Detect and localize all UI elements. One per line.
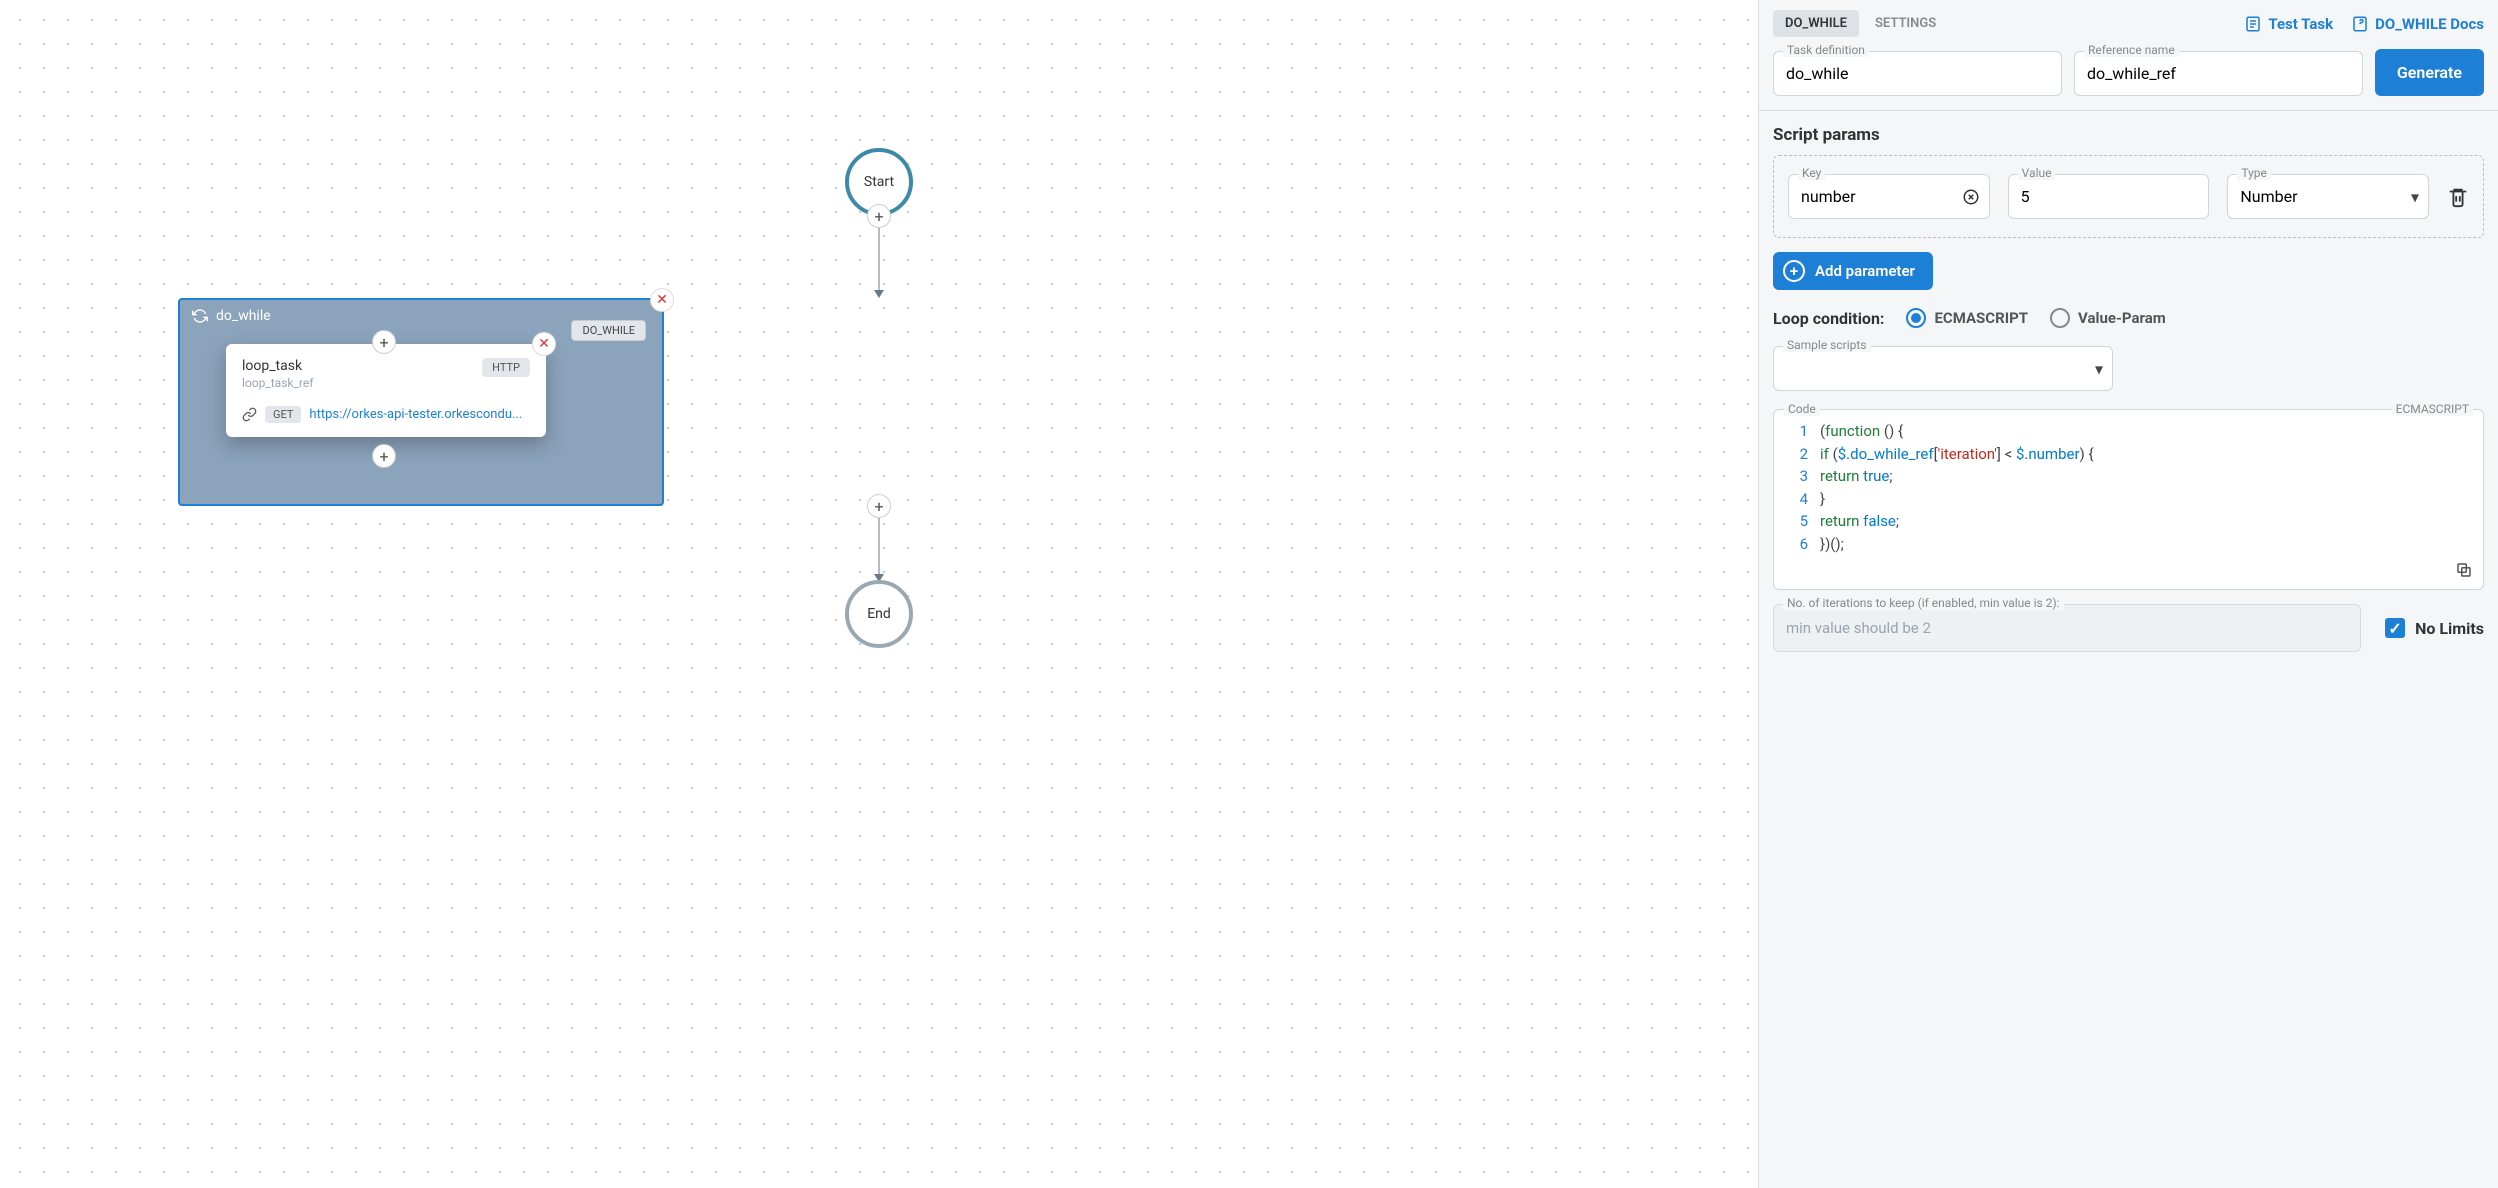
end-label: End (867, 606, 891, 622)
code-line: 2 if ($.do_while_ref['iteration'] < $.nu… (1786, 443, 2471, 466)
script-param-row: Key Value Type Number ▾ (1773, 155, 2484, 238)
code-editor[interactable]: Code ECMASCRIPT 1(function () {2 if ($.d… (1773, 409, 2484, 590)
reference-name-input[interactable] (2074, 51, 2363, 96)
workflow-canvas[interactable]: Start + ✕ do_while DO_WHILE + ✕ loop_tas… (0, 0, 1758, 1188)
no-limits-label: No Limits (2415, 619, 2484, 638)
line-number: 1 (1786, 420, 1808, 443)
code-text: return false; (1820, 510, 1899, 533)
sample-scripts-select[interactable] (1773, 346, 2113, 391)
test-task-label: Test Task (2268, 15, 2333, 33)
code-text: } (1820, 488, 1825, 511)
code-text: return true; (1820, 465, 1893, 488)
radio-label: ECMASCRIPT (1934, 309, 2028, 327)
test-task-link[interactable]: Test Task (2244, 15, 2333, 33)
code-line: 1 (function () { (1786, 420, 2471, 443)
param-type-label: Type (2237, 166, 2271, 180)
code-text: (function () { (1820, 420, 1903, 443)
add-task-button[interactable]: + (867, 204, 891, 228)
radio-icon (2050, 308, 2070, 328)
task-name: loop_task (242, 358, 313, 374)
code-lang-label: ECMASCRIPT (2392, 402, 2473, 416)
trash-icon[interactable] (2447, 186, 2469, 208)
tab-do-while[interactable]: DO_WHILE (1773, 10, 1859, 37)
ref-name-label: Reference name (2084, 43, 2179, 57)
end-node[interactable]: End (845, 580, 913, 648)
clear-icon[interactable] (1962, 188, 1980, 206)
panel-tabs: DO_WHILE SETTINGS (1773, 10, 1948, 37)
iterations-input[interactable] (1773, 604, 2361, 652)
loop-condition-label: Loop condition: (1773, 309, 1884, 328)
task-ref: loop_task_ref (242, 376, 313, 390)
line-number: 5 (1786, 510, 1808, 533)
checklist-icon (2244, 15, 2262, 33)
do-while-task-node[interactable]: ✕ do_while DO_WHILE + ✕ loop_task loop_t… (178, 298, 664, 506)
task-type-badge: HTTP (482, 358, 530, 377)
param-value-input[interactable] (2008, 174, 2210, 219)
refresh-icon (192, 308, 208, 324)
generate-button[interactable]: Generate (2375, 49, 2484, 96)
param-value-label: Value (2018, 166, 2056, 180)
script-params-title: Script params (1773, 125, 2484, 145)
code-line: 3 return true; (1786, 465, 2471, 488)
help-doc-icon (2351, 15, 2369, 33)
sample-scripts-label: Sample scripts (1783, 338, 1871, 352)
link-icon (242, 407, 257, 422)
line-number: 2 (1786, 443, 1808, 466)
arrow-down-icon (874, 290, 884, 298)
http-method-badge: GET (265, 406, 301, 423)
param-key-label: Key (1798, 166, 1825, 180)
add-inner-task-button[interactable]: + (372, 330, 396, 354)
plus-circle-icon: + (1783, 260, 1805, 282)
add-task-button[interactable]: + (867, 494, 891, 518)
task-definition-input[interactable] (1773, 51, 2062, 96)
tab-settings[interactable]: SETTINGS (1863, 10, 1948, 37)
code-line: 6 })(); (1786, 533, 2471, 556)
code-line: 5 return false; (1786, 510, 2471, 533)
param-key-input[interactable] (1788, 174, 1990, 219)
task-def-label: Task definition (1783, 43, 1869, 57)
code-text: if ($.do_while_ref['iteration'] < $.numb… (1820, 443, 2094, 466)
line-number: 6 (1786, 533, 1808, 556)
code-line: 4 } (1786, 488, 2471, 511)
radio-icon (1906, 308, 1926, 328)
radio-label: Value-Param (2078, 309, 2166, 327)
add-param-label: Add parameter (1815, 262, 1915, 280)
inner-task-card[interactable]: ✕ loop_task loop_task_ref HTTP GET https… (226, 344, 546, 437)
radio-value-param[interactable]: Value-Param (2050, 308, 2166, 328)
do-while-badge: DO_WHILE (571, 320, 646, 341)
code-text: })(); (1820, 533, 1844, 556)
line-number: 4 (1786, 488, 1808, 511)
no-limits-checkbox[interactable]: ✓ No Limits (2385, 618, 2484, 638)
add-inner-task-button[interactable]: + (372, 444, 396, 468)
close-icon[interactable]: ✕ (650, 288, 674, 312)
task-config-panel: DO_WHILE SETTINGS Test Task DO_WHILE Doc… (1758, 0, 2498, 1188)
start-label: Start (864, 174, 894, 190)
line-number: 3 (1786, 465, 1808, 488)
param-type-select[interactable]: Number (2227, 174, 2429, 219)
checkbox-icon: ✓ (2385, 618, 2405, 638)
do-while-title: do_while (216, 308, 271, 324)
add-parameter-button[interactable]: + Add parameter (1773, 252, 1933, 290)
close-icon[interactable]: ✕ (532, 332, 556, 356)
copy-icon[interactable] (2455, 561, 2473, 579)
iterations-label: No. of iterations to keep (if enabled, m… (1783, 596, 2064, 610)
docs-label: DO_WHILE Docs (2375, 15, 2484, 33)
code-label: Code (1784, 402, 1820, 416)
radio-ecmascript[interactable]: ECMASCRIPT (1906, 308, 2028, 328)
docs-link[interactable]: DO_WHILE Docs (2351, 15, 2484, 33)
task-url: https://orkes-api-tester.orkescondu... (309, 407, 530, 422)
